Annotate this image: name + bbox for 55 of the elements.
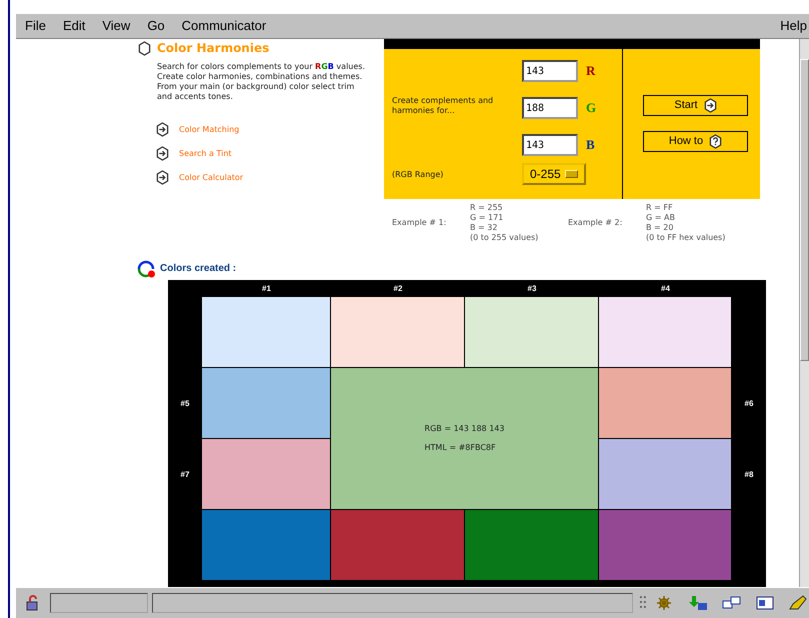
wheel-icon[interactable] bbox=[656, 595, 674, 612]
page-title: Color Harmonies bbox=[157, 41, 270, 56]
arrow-icon bbox=[156, 122, 169, 137]
chat-icon[interactable] bbox=[722, 595, 742, 612]
example-label: Example # 2: bbox=[568, 218, 624, 228]
row-label: #7 bbox=[180, 470, 190, 479]
channel-label: B bbox=[586, 137, 595, 154]
input-field[interactable]: 143 bbox=[522, 134, 578, 156]
example-value: B = 32 bbox=[470, 222, 498, 233]
row-label: #5 bbox=[180, 398, 190, 408]
download-icon[interactable] bbox=[688, 595, 708, 612]
input-field[interactable]: 188 bbox=[522, 97, 578, 120]
color-ring-icon bbox=[136, 258, 156, 279]
start-button[interactable]: Start bbox=[643, 94, 748, 116]
example-value: G = AB bbox=[646, 212, 676, 223]
arrow-icon bbox=[156, 170, 169, 185]
address-card-icon[interactable] bbox=[756, 595, 774, 612]
column-label: #4 bbox=[660, 284, 671, 293]
range-label: (RGB Range) bbox=[392, 170, 444, 179]
arrow-icon bbox=[704, 98, 717, 113]
channel-label: G bbox=[586, 100, 596, 116]
column-label: #3 bbox=[526, 284, 538, 293]
example-value: G = 171 bbox=[470, 212, 504, 223]
example-label: Example # 1: bbox=[392, 218, 448, 228]
row-label: #6 bbox=[744, 398, 754, 408]
column-label: #1 bbox=[261, 284, 272, 293]
menu-item[interactable]: Help bbox=[780, 18, 807, 34]
menu-item[interactable]: Edit bbox=[62, 18, 86, 34]
example-value: (0 to 255 values) bbox=[470, 232, 538, 243]
menu-item[interactable]: Communicator bbox=[182, 18, 266, 34]
hexagon-icon bbox=[138, 40, 151, 56]
scrollbar[interactable] bbox=[799, 38, 809, 588]
example-value: R = FF bbox=[646, 202, 674, 213]
help-icon bbox=[709, 134, 722, 149]
menu-item[interactable]: File bbox=[25, 18, 46, 34]
example-value: (0 to FF hex values) bbox=[646, 232, 726, 243]
intro-text: Search for colors complements to your RGB values. Create color harmonies, combinations and themes. From your main (or background) color select trim and accents tones. bbox=[157, 62, 366, 102]
dropdown-indicator-icon bbox=[565, 170, 578, 178]
form-prompt: Create complements and harmonies for... bbox=[392, 96, 494, 116]
example-value: R = 255 bbox=[470, 202, 504, 213]
example-value: B = 20 bbox=[646, 222, 674, 233]
color-value: RGB = 143 188 143 bbox=[424, 424, 504, 434]
menu-item[interactable]: Go bbox=[147, 18, 165, 34]
pen-icon[interactable] bbox=[788, 595, 808, 612]
how-to-button[interactable]: How to bbox=[643, 130, 748, 152]
color-value: HTML = #8FBC8F bbox=[424, 443, 497, 452]
section-title: Colors created : bbox=[160, 263, 236, 274]
range-dropdown[interactable]: 0-255 bbox=[522, 162, 586, 185]
scrollbar-thumb[interactable] bbox=[800, 58, 809, 361]
arrow-icon bbox=[156, 146, 169, 161]
input-field[interactable]: 143 bbox=[522, 60, 578, 82]
channel-label: R bbox=[586, 63, 596, 80]
menu-item[interactable]: View bbox=[102, 18, 130, 34]
row-label: #8 bbox=[744, 470, 754, 479]
column-label: #2 bbox=[392, 284, 404, 293]
